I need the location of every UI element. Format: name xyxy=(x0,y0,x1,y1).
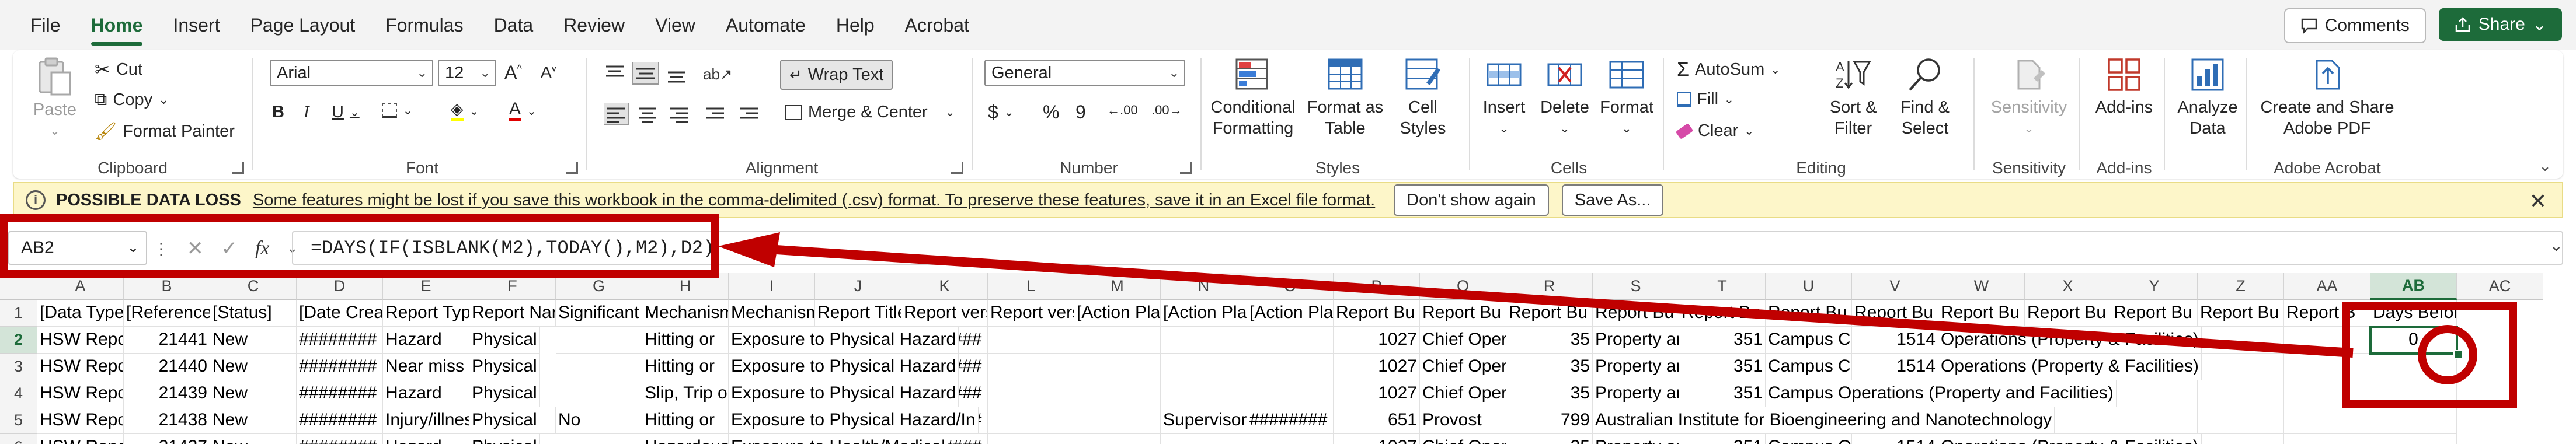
annotation-overlay xyxy=(0,214,2517,408)
circle-highlight xyxy=(2418,325,2477,384)
formula-highlight-box xyxy=(0,214,719,278)
annotation-arrow-line xyxy=(776,245,2354,358)
cell-highlight-box xyxy=(2342,302,2517,408)
arrow-head-icon xyxy=(718,232,780,267)
